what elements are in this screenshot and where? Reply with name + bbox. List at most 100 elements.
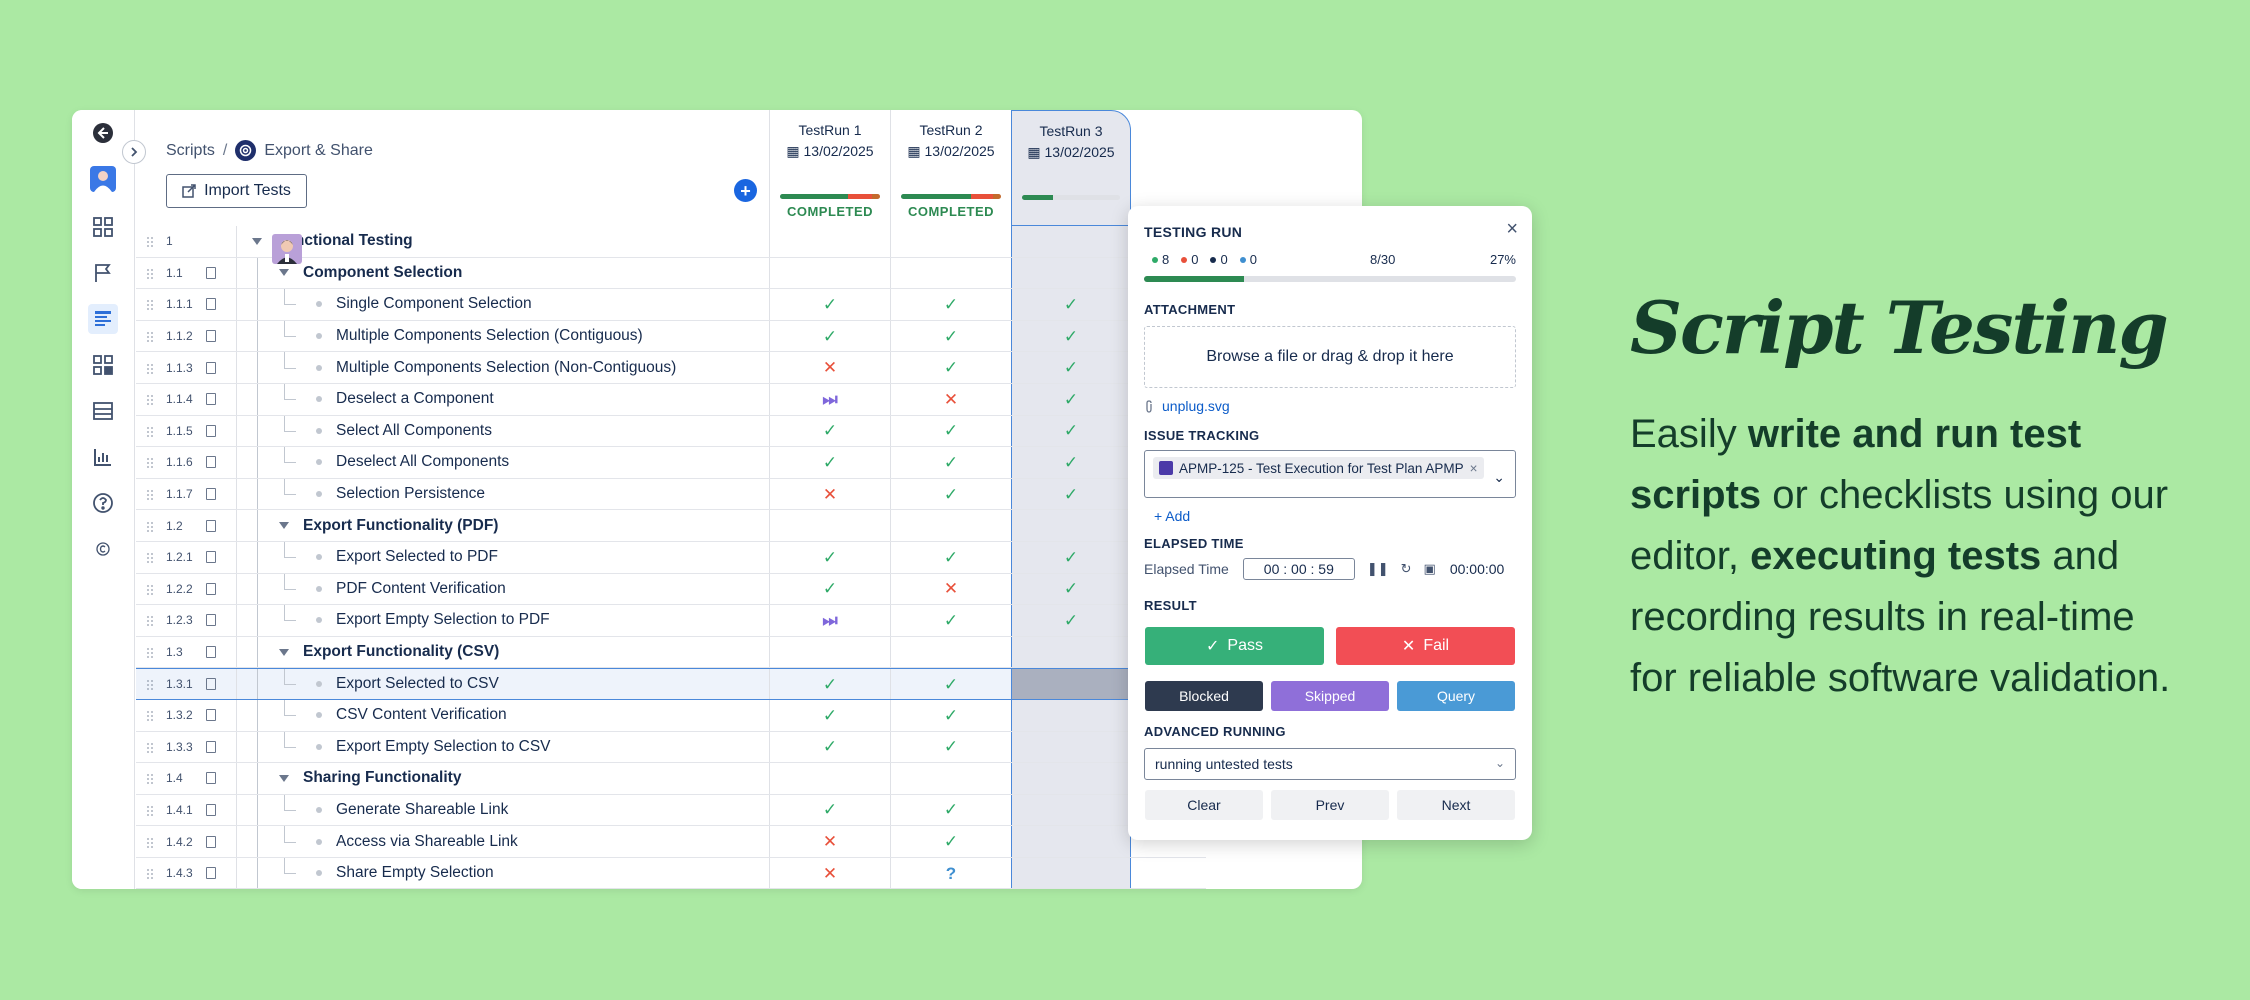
result-cell[interactable]: ✓ (1011, 605, 1131, 636)
result-cell[interactable]: ✓ (890, 352, 1011, 383)
table-row[interactable]: 1.2.1 Export Selected to PDF ✓ ✓ ✓ (136, 541, 1206, 574)
run-header-2[interactable]: TestRun 2 ▦ 13/02/2025 COMPLETED (890, 110, 1011, 226)
result-cell[interactable]: ✓ (890, 605, 1011, 636)
result-cell[interactable] (769, 226, 890, 257)
result-cell[interactable]: ✓ (890, 699, 1011, 731)
table-row[interactable]: 1.4.1 Generate Shareable Link ✓ ✓ (136, 794, 1206, 827)
result-cell[interactable] (1011, 826, 1131, 857)
table-row[interactable]: 1.4.2 Access via Shareable Link ✕ ✓ (136, 826, 1206, 858)
result-cell[interactable] (890, 510, 1011, 541)
test-title[interactable]: Multiple Components Selection (Non-Conti… (336, 359, 676, 377)
table-row[interactable]: 1.3.3 Export Empty Selection to CSV ✓ ✓ (136, 731, 1206, 764)
clear-button[interactable]: Clear (1145, 790, 1263, 820)
test-title[interactable]: Generate Shareable Link (336, 801, 508, 819)
import-tests-button[interactable]: Import Tests (166, 174, 307, 208)
result-cell[interactable]: ✓ (1011, 383, 1131, 415)
result-cell[interactable]: ✓ (890, 478, 1011, 510)
table-row[interactable]: 1.2 Export Functionality (PDF) (136, 510, 1206, 542)
test-title[interactable]: Select All Components (336, 422, 492, 440)
table-row[interactable]: 1.1.3 Multiple Components Selection (Non-… (136, 352, 1206, 384)
next-button[interactable]: Next (1397, 790, 1515, 820)
drag-handle-icon[interactable] (146, 520, 154, 532)
test-title[interactable]: PDF Content Verification (336, 580, 506, 598)
drag-handle-icon[interactable] (146, 393, 154, 406)
result-cell[interactable] (1011, 794, 1131, 826)
result-cell[interactable] (890, 257, 1011, 289)
drag-handle-icon[interactable] (146, 425, 154, 437)
run-header-1[interactable]: TestRun 1 ▦ 13/02/2025 COMPLETED (769, 110, 890, 226)
pause-icon[interactable]: ❚❚ (1367, 561, 1389, 577)
drag-handle-icon[interactable] (146, 330, 154, 343)
test-title[interactable]: Export Empty Selection to CSV (336, 738, 551, 756)
result-cell[interactable]: ✓ (890, 826, 1011, 857)
result-cell[interactable]: ✕ (769, 478, 890, 510)
result-cell[interactable]: ⏭ (769, 383, 890, 415)
drag-handle-icon[interactable] (146, 551, 154, 564)
test-title[interactable]: Deselect a Component (336, 390, 494, 408)
test-title[interactable]: Multiple Components Selection (Contiguou… (336, 327, 643, 345)
result-cell[interactable] (890, 226, 1011, 257)
scripts-icon[interactable] (88, 304, 118, 334)
table-row[interactable]: 1.3.1 Export Selected to CSV ✓ ✓ (136, 668, 1206, 700)
result-cell[interactable] (1011, 857, 1131, 889)
table-row[interactable]: 1.1.6 Deselect All Components ✓ ✓ ✓ (136, 447, 1206, 479)
result-cell[interactable]: ✓ (890, 415, 1011, 447)
test-title[interactable]: Deselect All Components (336, 453, 509, 471)
result-cell[interactable] (1011, 763, 1131, 794)
back-icon[interactable] (88, 118, 118, 148)
table-row[interactable]: 1.1.2 Multiple Components Selection (Cont… (136, 320, 1206, 353)
table-row[interactable]: 1.2.2 PDF Content Verification ✓ ✕ ✓ (136, 573, 1206, 606)
result-cell[interactable]: ✓ (769, 320, 890, 352)
table-row[interactable]: 1.1.4 Deselect a Component ⏭ ✕ ✓ (136, 383, 1206, 416)
result-cell[interactable]: ✓ (890, 320, 1011, 352)
remove-issue-icon[interactable]: × (1470, 461, 1478, 476)
drag-handle-icon[interactable] (146, 867, 154, 880)
dashboard-icon[interactable] (88, 212, 118, 242)
issue-tag[interactable]: APMP-125 - Test Execution for Test Plan … (1153, 457, 1484, 479)
drag-handle-icon[interactable] (146, 646, 154, 659)
test-title[interactable]: CSV Content Verification (336, 706, 507, 724)
result-cell[interactable]: ✓ (1011, 478, 1131, 510)
collapse-caret-icon[interactable] (279, 774, 289, 782)
table-row[interactable]: 1.3 Export Functionality (CSV) (136, 636, 1206, 669)
test-title[interactable]: Single Component Selection (336, 295, 532, 313)
drag-handle-icon[interactable] (146, 772, 154, 785)
result-cell[interactable]: ✓ (769, 669, 890, 699)
result-cell[interactable]: ✓ (1011, 352, 1131, 383)
result-cell[interactable]: ✓ (1011, 541, 1131, 573)
pass-button[interactable]: ✓ Pass (1145, 627, 1324, 665)
result-cell[interactable] (890, 636, 1011, 668)
result-cell[interactable]: ✕ (769, 352, 890, 383)
result-cell[interactable]: ✓ (769, 415, 890, 447)
result-cell[interactable]: ✓ (1011, 447, 1131, 478)
table-row[interactable]: 1.4 Sharing Functionality (136, 763, 1206, 795)
drag-handle-icon[interactable] (146, 804, 154, 816)
result-cell[interactable]: ✓ (890, 794, 1011, 826)
result-cell[interactable]: ✓ (890, 541, 1011, 573)
table-row[interactable]: 1.1.1 Single Component Selection ✓ ✓ ✓ (136, 289, 1206, 321)
drag-handle-icon[interactable] (146, 235, 154, 248)
result-cell[interactable] (1011, 510, 1131, 541)
collapse-caret-icon[interactable] (252, 237, 262, 245)
assignee-avatar[interactable] (272, 234, 302, 264)
close-panel-button[interactable]: × (1506, 218, 1518, 241)
test-title[interactable]: Selection Persistence (336, 485, 485, 503)
collapse-caret-icon[interactable] (279, 522, 289, 530)
result-cell[interactable]: ✓ (769, 699, 890, 731)
help-icon[interactable] (88, 488, 118, 518)
result-cell[interactable]: ✕ (890, 383, 1011, 415)
attachment-file[interactable]: unplug.svg (1144, 398, 1230, 414)
result-cell[interactable] (1011, 669, 1131, 699)
skipped-button[interactable]: Skipped (1271, 681, 1389, 711)
result-cell[interactable]: ✓ (1011, 415, 1131, 447)
test-title[interactable]: Component Selection (303, 264, 462, 282)
table-row[interactable]: 1.3.2 CSV Content Verification ✓ ✓ (136, 699, 1206, 732)
result-cell[interactable]: ✓ (1011, 320, 1131, 352)
fail-button[interactable]: ✕ Fail (1336, 627, 1515, 665)
test-title[interactable]: Share Empty Selection (336, 864, 494, 882)
result-cell[interactable]: ? (890, 857, 1011, 889)
table-row[interactable]: 1.4.3 Share Empty Selection ✕? (136, 857, 1206, 889)
drag-handle-icon[interactable] (146, 614, 154, 627)
result-cell[interactable]: ✕ (769, 826, 890, 857)
result-cell[interactable]: ✕ (890, 573, 1011, 605)
